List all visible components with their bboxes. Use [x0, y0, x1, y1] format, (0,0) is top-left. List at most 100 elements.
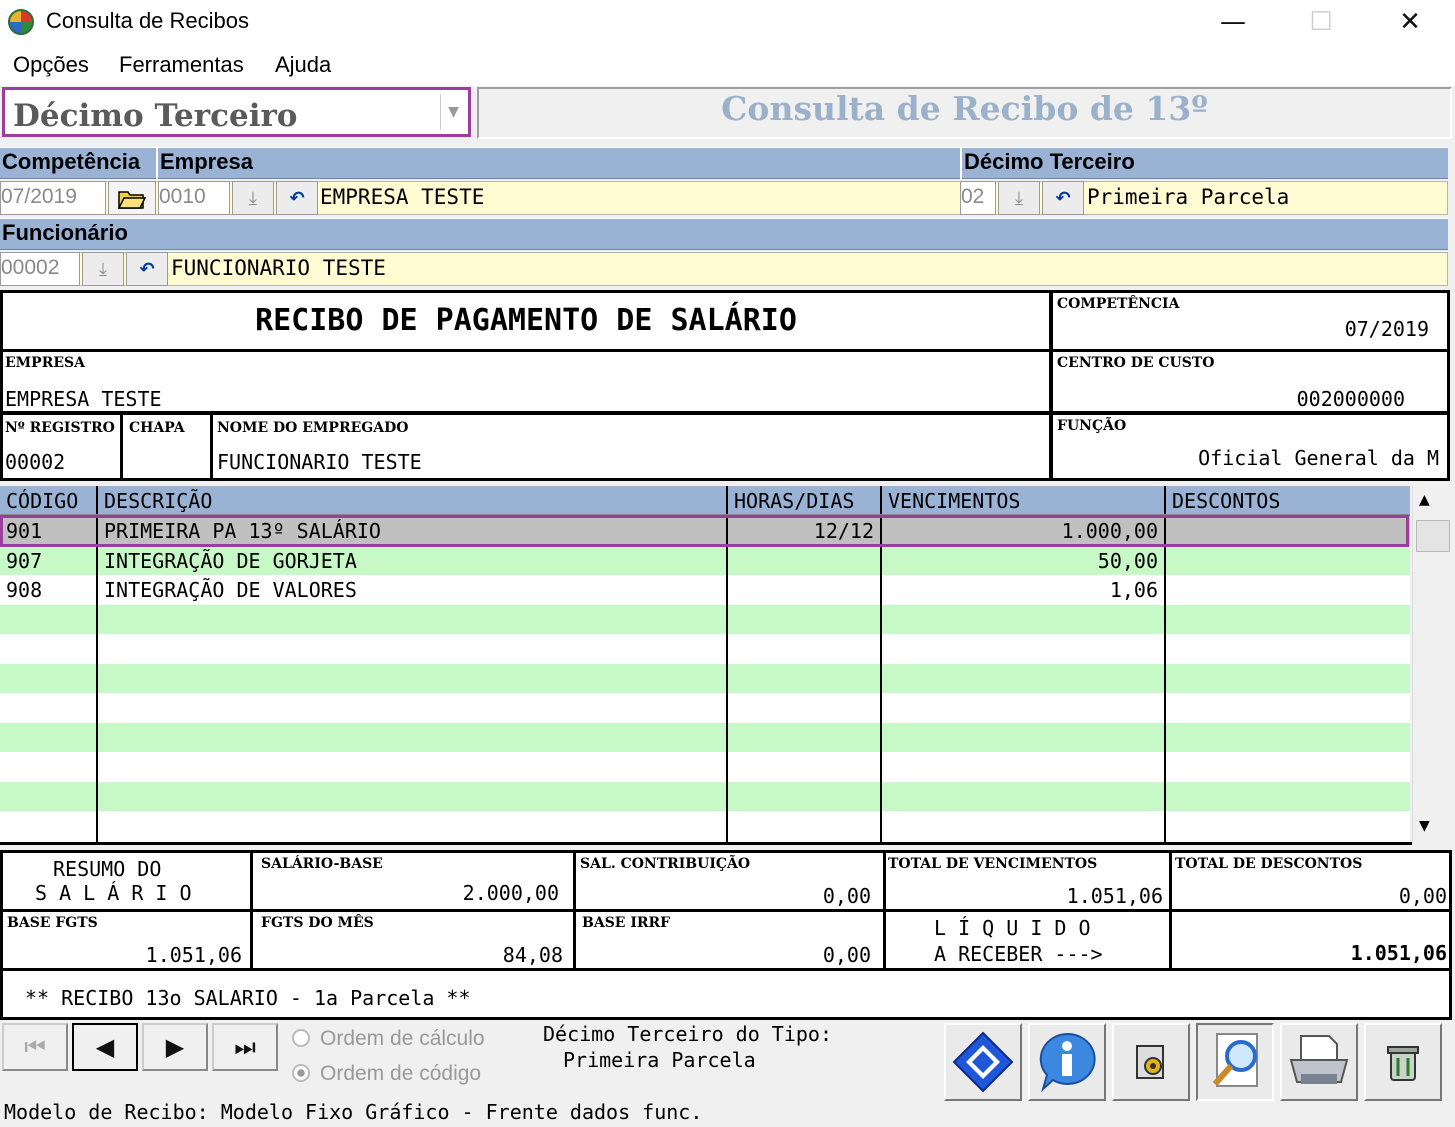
base-irrf-value: 0,00	[822, 943, 871, 967]
base-fgts-label: BASE FGTS	[7, 915, 98, 931]
receipt-message: ** RECIBO 13o SALARIO - 1a Parcela **	[25, 986, 471, 1010]
competencia-box-value: 07/2019	[1344, 317, 1429, 341]
chevron-down-icon[interactable]: ▼	[440, 94, 466, 130]
download-icon[interactable]: ⤓	[232, 181, 274, 215]
registro-value: 00002	[5, 450, 66, 474]
liquido-line1: L Í Q U I D O	[934, 916, 1091, 940]
table-row[interactable]: 908 INTEGRAÇÃO DE VALORES 1,06	[0, 575, 1410, 605]
table-row-empty	[0, 722, 1410, 752]
first-record-icon[interactable]: ⏮	[2, 1023, 68, 1071]
preview-button[interactable]	[1196, 1023, 1274, 1101]
radio-ordem-calculo[interactable]: Ordem de cálculo	[292, 1027, 485, 1051]
sal-contrib-box: SAL. CONTRIBUIÇÃO 0,00	[573, 850, 886, 912]
minimize-button[interactable]: —	[1188, 0, 1278, 44]
maximize-button[interactable]: ☐	[1276, 0, 1366, 44]
recalculate-icon	[952, 1031, 1014, 1093]
cell-vencimentos: 1,06	[1109, 578, 1158, 602]
empresa-box: EMPRESA EMPRESA TESTE	[0, 349, 1052, 414]
base-irrf-box: BASE IRRF 0,00	[573, 909, 886, 971]
trash-icon	[1387, 1046, 1419, 1081]
salario-base-box: SALÁRIO-BASE 2.000,00	[250, 850, 576, 912]
recalculate-button[interactable]	[944, 1023, 1022, 1101]
table-row-empty	[0, 604, 1410, 634]
selected-row-highlight	[0, 515, 1409, 547]
info-icon	[1039, 1032, 1096, 1093]
sal-contrib-label: SAL. CONTRIBUIÇÃO	[580, 856, 751, 872]
competencia-field[interactable]: 07/2019	[0, 181, 106, 215]
decimo-label: Décimo Terceiro	[964, 149, 1135, 174]
scroll-up-icon[interactable]: ▲	[1419, 492, 1430, 508]
next-record-icon[interactable]: ▶	[142, 1023, 208, 1071]
radio-ordem-codigo[interactable]: Ordem de código	[292, 1062, 481, 1086]
menu-ferramentas[interactable]: Ferramentas	[119, 52, 244, 78]
base-fgts-box: BASE FGTS 1.051,06	[0, 909, 253, 971]
nome-label: NOME DO EMPREGADO	[217, 420, 409, 436]
resumo-box: RESUMO DO S A L Á R I O	[0, 850, 253, 912]
undo-icon[interactable]: ↶	[126, 252, 168, 286]
cell-vencimentos: 50,00	[1097, 548, 1158, 573]
message-box: ** RECIBO 13o SALARIO - 1a Parcela **	[0, 968, 1452, 1020]
receipt-title-box: RECIBO DE PAGAMENTO DE SALÁRIO	[0, 290, 1052, 352]
centro-custo-label: CENTRO DE CUSTO	[1057, 355, 1215, 371]
header-horas[interactable]: HORAS/DIAS	[728, 486, 880, 514]
fgts-mes-label: FGTS DO MÊS	[261, 915, 374, 931]
total-venc-box: TOTAL DE VENCIMENTOS 1.051,06	[883, 850, 1172, 912]
table-scrollbar[interactable]: ▲ ▼	[1412, 486, 1453, 843]
last-record-icon[interactable]: ⏭	[212, 1023, 278, 1071]
menu-opcoes[interactable]: Opções	[13, 52, 89, 78]
menu-ajuda[interactable]: Ajuda	[275, 52, 331, 78]
nome-value: FUNCIONARIO TESTE	[217, 450, 422, 474]
empresa-code-field[interactable]: 0010	[158, 181, 230, 215]
fgts-mes-box: FGTS DO MÊS 84,08	[250, 909, 576, 971]
funcionario-name: FUNCIONARIO TESTE	[171, 256, 386, 280]
centro-custo-box: CENTRO DE CUSTO 002000000	[1050, 349, 1450, 414]
delete-button[interactable]	[1364, 1023, 1442, 1101]
folder-open-icon[interactable]	[108, 181, 156, 215]
table-row-empty	[0, 781, 1410, 811]
registro-label: Nº REGISTRO	[5, 420, 115, 436]
scroll-down-icon[interactable]: ▼	[1419, 818, 1430, 834]
salario-base-value: 2.000,00	[462, 881, 559, 905]
print-button[interactable]	[1280, 1023, 1358, 1101]
cell-codigo: 908	[6, 578, 43, 602]
modelo-recibo-text: Modelo de Recibo: Modelo Fixo Gráfico - …	[4, 1100, 703, 1124]
previous-record-icon[interactable]: ◀	[72, 1023, 138, 1071]
sal-contrib-value: 0,00	[822, 884, 871, 908]
chapa-label: CHAPA	[129, 420, 185, 436]
scroll-thumb[interactable]	[1416, 520, 1450, 552]
liquido-line2: A RECEBER --->	[934, 942, 1103, 966]
total-desc-box: TOTAL DE DESCONTOS 0,00	[1169, 850, 1452, 912]
settings-button[interactable]	[1112, 1023, 1190, 1101]
funcao-value: Oficial General da M	[1198, 446, 1439, 470]
header-descontos[interactable]: DESCONTOS	[1166, 486, 1410, 514]
total-desc-label: TOTAL DE DESCONTOS	[1175, 856, 1363, 872]
close-button[interactable]: ✕	[1365, 0, 1455, 44]
competencia-label: Competência	[2, 149, 141, 174]
download-icon[interactable]: ⤓	[82, 252, 124, 286]
salario-base-label: SALÁRIO-BASE	[261, 856, 383, 872]
items-table[interactable]: CÓDIGO DESCRIÇÃO HORAS/DIAS VENCIMENTOS …	[0, 486, 1410, 843]
recibo-type-select[interactable]: Décimo Terceiro ▼	[2, 87, 471, 137]
download-icon[interactable]: ⤓	[998, 181, 1040, 215]
app-icon	[8, 9, 34, 35]
decimo-code-field[interactable]: 02	[960, 181, 996, 215]
table-row[interactable]: 907 INTEGRAÇÃO DE GORJETA 50,00	[0, 545, 1410, 575]
funcionario-code-field[interactable]: 00002	[0, 252, 80, 286]
liquido-value-box: 1.051,06	[1169, 909, 1452, 971]
total-venc-value: 1.051,06	[1066, 884, 1163, 908]
undo-icon[interactable]: ↶	[1042, 181, 1084, 215]
funcionario-label: Funcionário	[2, 220, 128, 245]
undo-icon[interactable]: ↶	[276, 181, 318, 215]
page-title: Consulta de Recibo de 13º	[721, 88, 1208, 128]
magnifier-icon	[1212, 1033, 1258, 1087]
base-fgts-value: 1.051,06	[145, 943, 242, 967]
base-irrf-label: BASE IRRF	[582, 915, 671, 931]
resumo-line2: S A L Á R I O	[35, 881, 192, 905]
header-descricao[interactable]: DESCRIÇÃO	[98, 486, 726, 514]
header-vencimentos[interactable]: VENCIMENTOS	[882, 486, 1164, 514]
info-button[interactable]	[1028, 1023, 1106, 1101]
radio-codigo-label: Ordem de código	[320, 1062, 482, 1085]
window-title: Consulta de Recibos	[46, 8, 250, 33]
header-codigo[interactable]: CÓDIGO	[0, 486, 96, 514]
registro-box: Nº REGISTRO 00002	[0, 412, 123, 481]
